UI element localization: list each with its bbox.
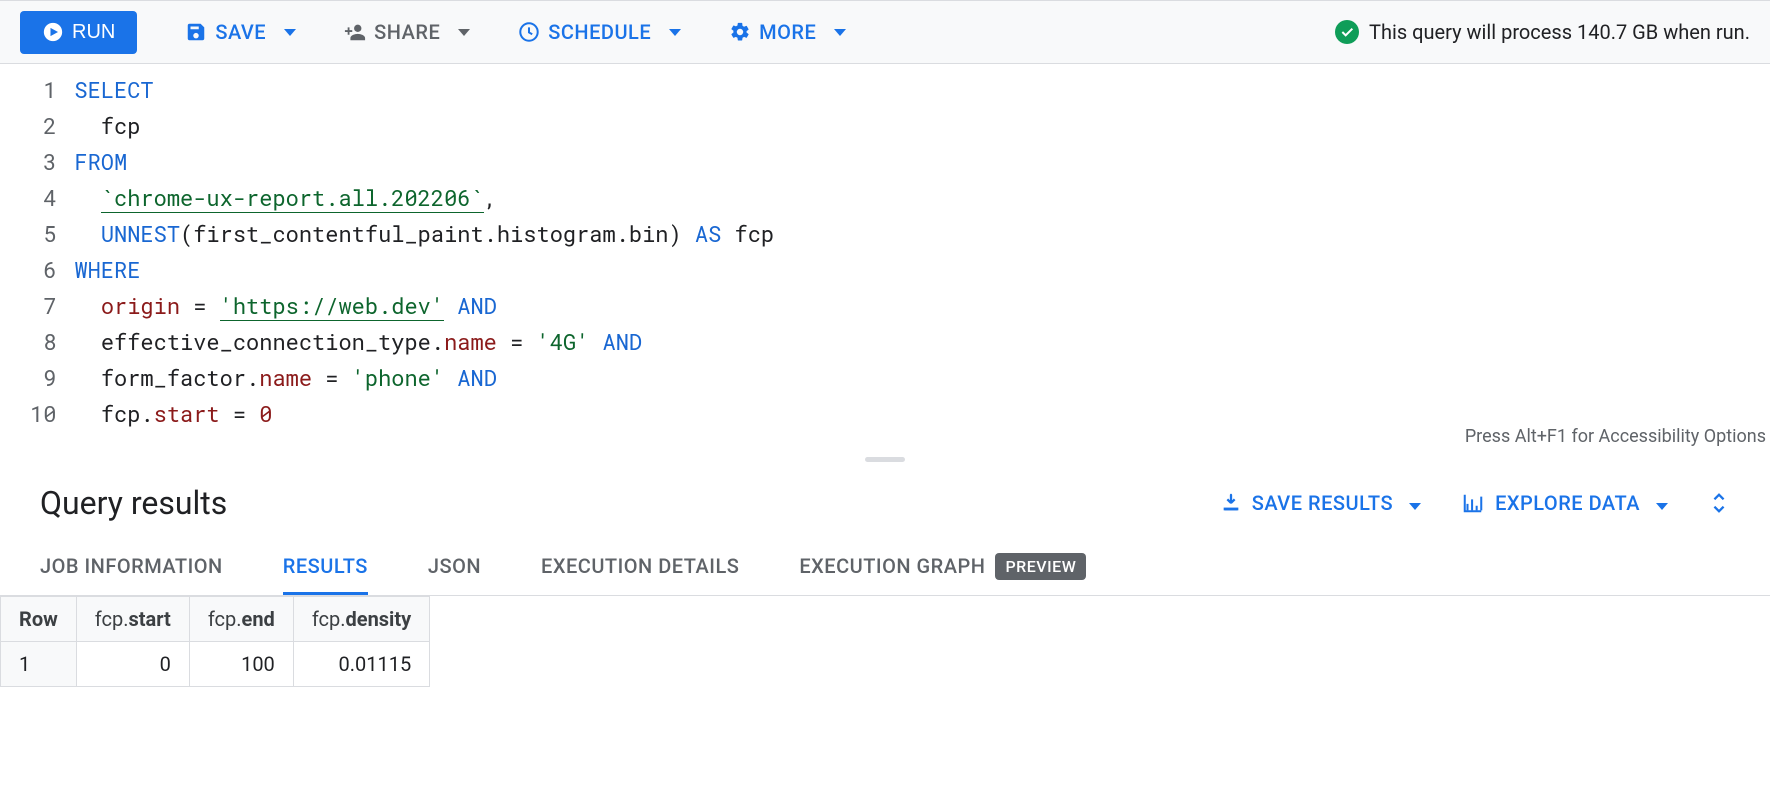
gear-icon [729,21,751,43]
column-header: fcp.density [293,597,429,642]
person-add-icon [344,21,366,43]
tab-execution-graph[interactable]: EXECUTION GRAPHPREVIEW [799,540,1086,595]
caret-down-icon [1403,491,1421,515]
caret-down-icon [1650,491,1668,515]
sql-editor[interactable]: 12345678910 SELECT fcpFROM `chrome-ux-re… [0,64,1770,452]
schedule-label: SCHEDULE [548,20,651,44]
explore-data-button[interactable]: EXPLORE DATA [1461,491,1668,515]
table-row: 101000.01115 [1,642,430,687]
caret-down-icon [828,24,846,40]
more-label: MORE [759,20,816,44]
results-tabs: JOB INFORMATION RESULTS JSON EXECUTION DETA… [0,540,1770,596]
play-icon [42,21,64,43]
caret-down-icon [452,24,470,40]
code-area[interactable]: SELECT fcpFROM `chrome-ux-report.all.202… [74,72,1770,432]
tab-job-information[interactable]: JOB INFORMATION [40,540,223,595]
toolbar: RUN SAVE SHARE SCHEDULE MORE This qu [0,0,1770,64]
column-header: Row [1,597,77,642]
clock-icon [518,21,540,43]
expand-collapse-toggle[interactable] [1708,490,1730,516]
check-circle-icon [1335,20,1359,44]
preview-badge: PREVIEW [995,553,1086,580]
tab-results[interactable]: RESULTS [283,540,368,595]
more-button[interactable]: MORE [729,20,846,44]
run-label: RUN [72,21,115,44]
save-label: SAVE [215,20,266,44]
run-button[interactable]: RUN [20,11,137,54]
query-cost-status: This query will process 140.7 GB when ru… [1335,20,1750,44]
column-header: fcp.end [189,597,293,642]
tab-execution-details[interactable]: EXECUTION DETAILS [541,540,739,595]
caret-down-icon [278,24,296,40]
save-button[interactable]: SAVE [185,20,296,44]
save-results-label: SAVE RESULTS [1252,491,1393,515]
column-header: fcp.start [76,597,189,642]
results-title: Query results [40,484,227,522]
chart-icon [1461,492,1485,514]
share-button[interactable]: SHARE [344,20,470,44]
share-label: SHARE [374,20,440,44]
save-icon [185,21,207,43]
resize-handle[interactable]: Press Alt+F1 for Accessibility Options [0,452,1770,466]
schedule-button[interactable]: SCHEDULE [518,20,681,44]
download-icon [1220,492,1242,514]
results-header: Query results SAVE RESULTS EXPLORE DATA [0,466,1770,540]
results-table: Rowfcp.startfcp.endfcp.density101000.011… [0,596,430,687]
status-text: This query will process 140.7 GB when ru… [1369,20,1750,44]
line-gutter: 12345678910 [0,72,74,432]
tab-json[interactable]: JSON [428,540,481,595]
caret-down-icon [663,24,681,40]
accessibility-hint: Press Alt+F1 for Accessibility Options [1465,426,1766,447]
explore-data-label: EXPLORE DATA [1495,491,1640,515]
save-results-button[interactable]: SAVE RESULTS [1220,491,1421,515]
